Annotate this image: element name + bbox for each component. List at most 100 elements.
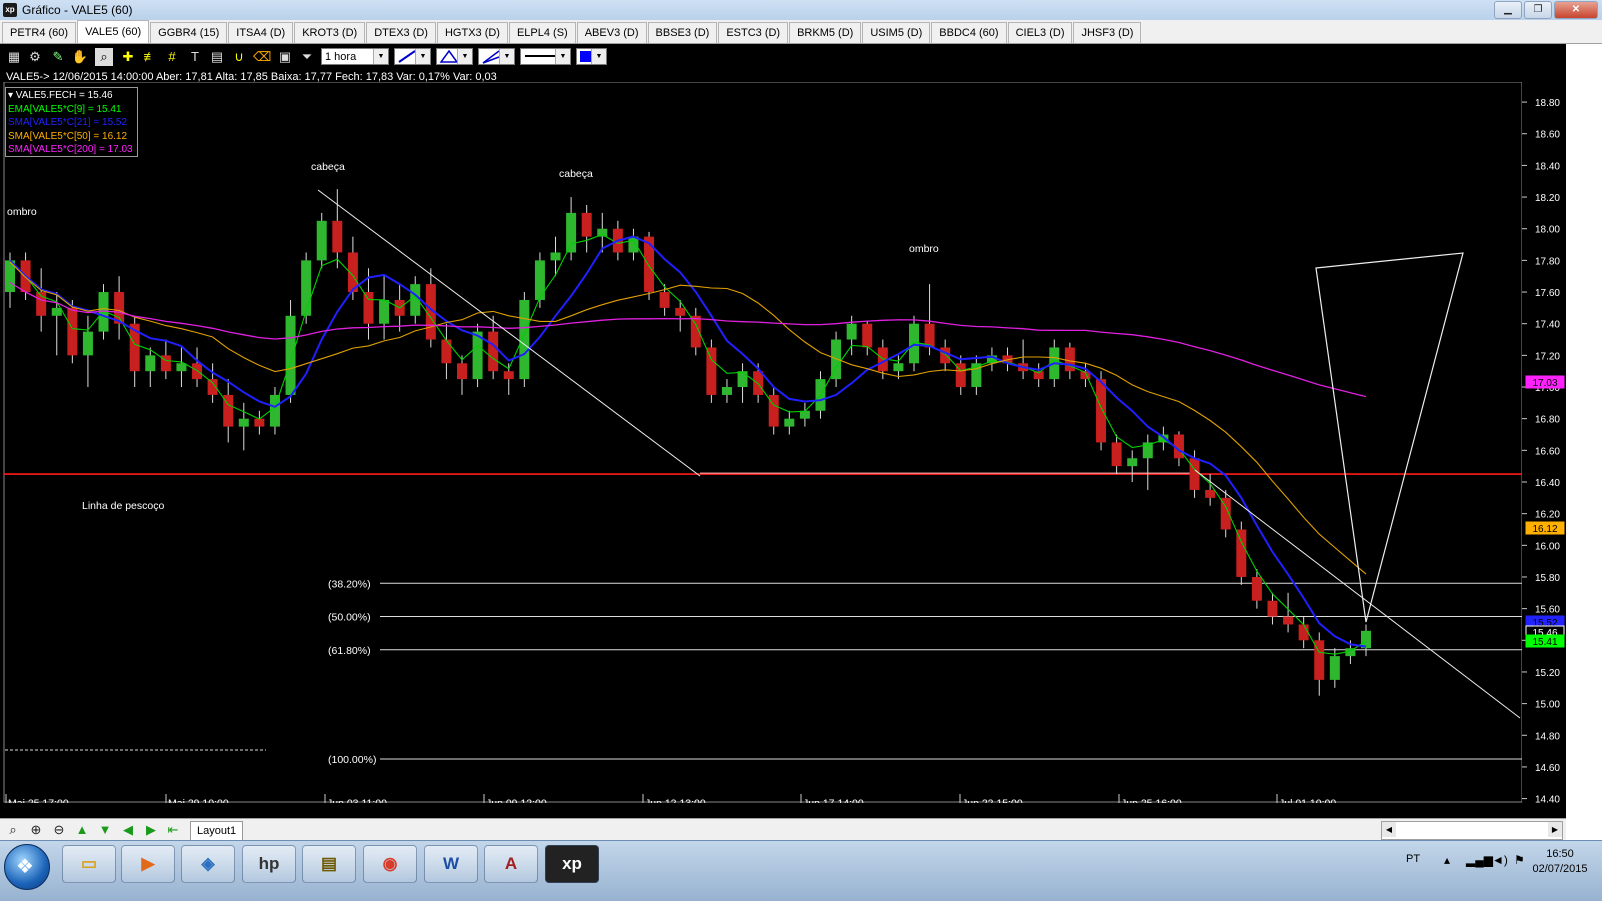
y-tick-label: 15.80 xyxy=(1535,573,1560,584)
symbol-tab[interactable]: GGBR4 (15) xyxy=(150,22,228,43)
symbol-tab[interactable]: DTEX3 (D) xyxy=(366,22,436,43)
fib-level-label: (61.80%) xyxy=(328,645,371,657)
windows-logo-icon: ❖ xyxy=(16,856,34,878)
minimize-button[interactable]: ▁ xyxy=(1494,1,1522,19)
zoom-out-icon[interactable]: ⊖ xyxy=(50,821,68,839)
x-tick-label: Jun 12 13:00 xyxy=(645,798,706,804)
lock-icon[interactable]: ▣ xyxy=(276,48,294,66)
symbol-tab[interactable]: PETR4 (60) xyxy=(2,22,77,43)
arrow-start-icon[interactable]: ⇤ xyxy=(164,821,182,839)
candle-body xyxy=(644,236,655,293)
candle-body xyxy=(1189,458,1200,490)
zoom-in-icon[interactable]: ⊕ xyxy=(27,821,45,839)
clock-time: 16:50 xyxy=(1546,848,1574,860)
horizontal-scrollbar[interactable]: ◀ ▶ xyxy=(1381,821,1563,840)
indicator-legend: ▾ VALE5.FECH = 15.46 EMA[VALE5*C[9] = 15.… xyxy=(5,87,138,157)
symbol-tab[interactable]: BBDC4 (60) xyxy=(931,22,1007,43)
finance-icon[interactable]: ▤ xyxy=(302,845,356,883)
candle-body xyxy=(301,260,312,316)
arrow-left-icon[interactable]: ◀ xyxy=(119,821,137,839)
layout-tab[interactable]: Layout1 xyxy=(190,821,244,841)
title-bar: xp Gráfico - VALE5 (60) ▁ ❐ ✕ xyxy=(0,0,1602,20)
chart-annotation: cabeça xyxy=(559,168,593,180)
symbol-tab[interactable]: JHSF3 (D) xyxy=(1073,22,1142,43)
grid-icon[interactable]: # xyxy=(163,48,181,66)
symbol-tab[interactable]: ABEV3 (D) xyxy=(576,22,647,43)
x-tick-label: Jun 25 16:00 xyxy=(1121,798,1182,804)
candle-body xyxy=(581,212,592,237)
symbol-tab[interactable]: CIEL3 (D) xyxy=(1007,22,1073,43)
xp-icon[interactable]: xp xyxy=(545,845,599,883)
y-tick-label: 14.80 xyxy=(1535,731,1560,742)
scroll-left-icon[interactable]: ◀ xyxy=(1382,822,1396,837)
hp-icon[interactable]: hp xyxy=(242,845,296,883)
crosshair-icon[interactable]: ✚ xyxy=(119,48,137,66)
arrow-right-icon[interactable]: ▶ xyxy=(142,821,160,839)
candle-body xyxy=(566,212,577,253)
word-icon[interactable]: W xyxy=(424,845,478,883)
zoom-fit-icon[interactable]: ⌕ xyxy=(4,821,22,839)
taskbar: ❖ ▭ ▶ ◈ hp ▤ ◉ W A xp PT ▴ ▂▄▆ ◄) ⚑ 16:5… xyxy=(0,840,1602,901)
scroll-right-icon[interactable]: ▶ xyxy=(1548,822,1562,837)
arrow-up-icon[interactable]: ▲ xyxy=(73,821,91,839)
zoom-icon[interactable]: ⌕ xyxy=(95,48,113,66)
symbol-tab[interactable]: USIM5 (D) xyxy=(862,22,931,43)
fan-tool-select[interactable]: ▼ xyxy=(478,48,515,65)
pencil-icon[interactable]: ✎ xyxy=(49,48,67,66)
shape-tool-select[interactable]: ▼ xyxy=(436,48,473,65)
price-chart[interactable]: 18.80 18.60 18.40 18.20 18.00 17.80 17.60 17.40… xyxy=(0,82,1566,803)
candle-body xyxy=(550,252,561,261)
candle-body xyxy=(67,307,78,356)
symbol-tab[interactable]: BRKM5 (D) xyxy=(789,22,862,43)
table-icon[interactable]: ▤ xyxy=(208,48,226,66)
close-button[interactable]: ✕ xyxy=(1554,1,1598,19)
media-player-icon[interactable]: ▶ xyxy=(121,845,175,883)
candle-body xyxy=(1267,600,1278,617)
candle-body xyxy=(862,323,873,348)
symbol-tab[interactable]: ITSA4 (D) xyxy=(228,22,294,43)
start-button[interactable]: ❖ xyxy=(4,844,50,890)
candle-body xyxy=(457,363,467,380)
x-tick-label: Jun 09 12:00 xyxy=(486,798,547,804)
language-indicator[interactable]: PT xyxy=(1406,853,1420,865)
signal-icon[interactable]: ▂▄▆ xyxy=(1466,853,1493,867)
chart-icon[interactable]: ▦ xyxy=(5,48,23,66)
arrow-down-icon[interactable]: ▼ xyxy=(96,821,114,839)
symbol-tab[interactable]: BBSE3 (D) xyxy=(647,22,718,43)
color-select[interactable]: ▼ xyxy=(576,48,607,65)
candle-body xyxy=(737,371,748,388)
y-tick-label: 18.60 xyxy=(1535,130,1560,141)
symbol-tab[interactable]: KROT3 (D) xyxy=(294,22,366,43)
candle-body xyxy=(1205,489,1216,498)
access-icon[interactable]: A xyxy=(484,845,538,883)
hand-icon[interactable]: ✋ xyxy=(71,48,89,66)
tray-expand-icon[interactable]: ▴ xyxy=(1444,853,1450,867)
network-icon[interactable]: ◈ xyxy=(181,845,235,883)
filter-icon[interactable]: ⏷ xyxy=(298,48,316,66)
candle-body xyxy=(1236,529,1247,577)
y-tick-label: 16.00 xyxy=(1535,541,1560,552)
color-swatch xyxy=(580,51,591,62)
volume-icon[interactable]: ◄) xyxy=(1492,853,1508,867)
restore-button[interactable]: ❐ xyxy=(1524,1,1552,19)
period-value: 1 hora xyxy=(325,51,357,63)
x-tick-label: Mai 25 17:00 xyxy=(8,798,69,804)
explorer-icon[interactable]: ▭ xyxy=(62,845,116,883)
chrome-icon[interactable]: ◉ xyxy=(363,845,417,883)
hlines-icon[interactable]: ≢ xyxy=(141,48,159,66)
gear-icon[interactable]: ⚙ xyxy=(26,48,44,66)
system-tray: PT ▴ ▂▄▆ ◄) ⚑ 16:50 02/07/2015 xyxy=(1332,841,1602,885)
period-select[interactable]: 1 hora ▼ xyxy=(321,48,389,65)
clock[interactable]: 16:50 02/07/2015 xyxy=(1524,847,1596,877)
line-style-select[interactable]: ▼ xyxy=(520,48,571,65)
line-tool-select[interactable]: ▼ xyxy=(394,48,431,65)
magnet-icon[interactable]: ∪ xyxy=(230,48,248,66)
text-icon[interactable]: T xyxy=(186,48,204,66)
eraser-icon[interactable]: ⌫ xyxy=(253,48,271,66)
symbol-tab[interactable]: VALE5 (60) xyxy=(77,20,150,43)
symbol-tab[interactable]: HGTX3 (D) xyxy=(436,22,508,43)
legend-entry: SMA[VALE5*C[50] = 16.12 xyxy=(8,130,128,142)
symbol-tab[interactable]: ELPL4 (S) xyxy=(508,22,576,43)
y-tick-label: 18.00 xyxy=(1535,225,1560,236)
symbol-tab[interactable]: ESTC3 (D) xyxy=(718,22,789,43)
